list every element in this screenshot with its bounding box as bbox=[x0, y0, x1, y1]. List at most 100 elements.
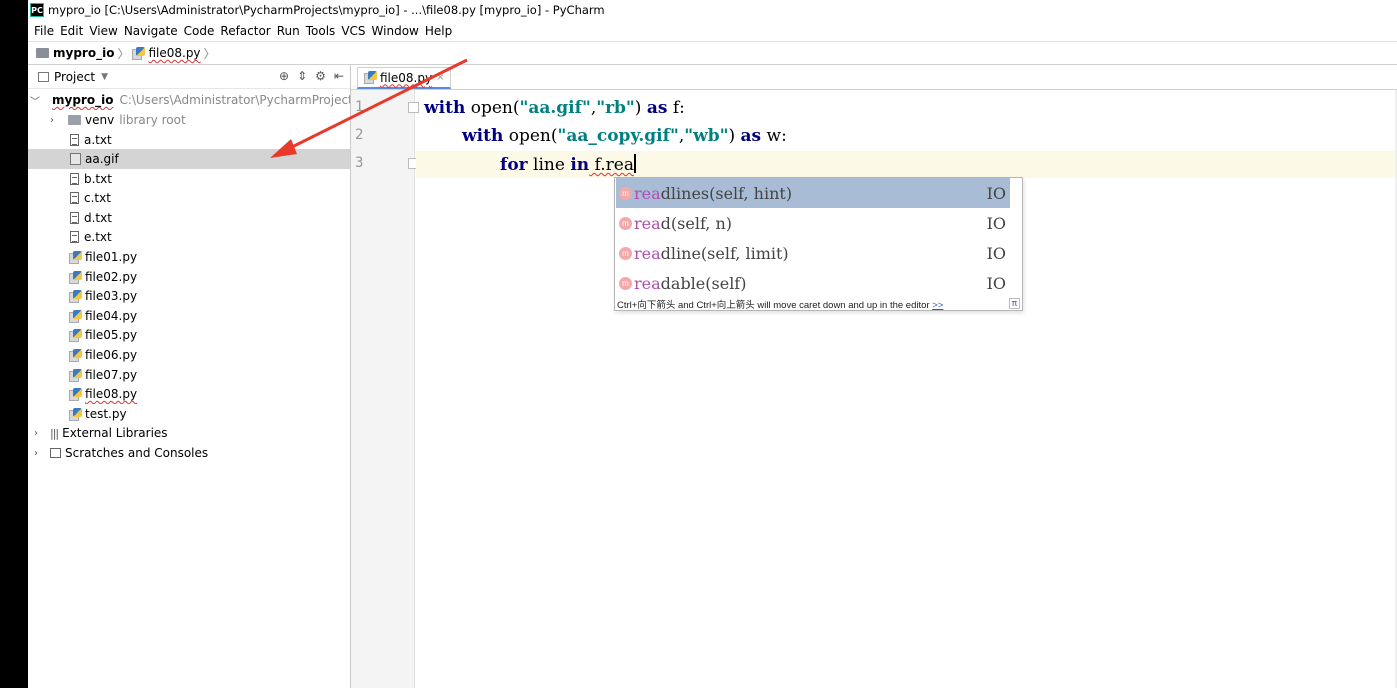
completion-hint-link[interactable]: >> bbox=[932, 300, 943, 311]
file-label: d.txt bbox=[84, 211, 112, 225]
breadcrumb-project[interactable]: mypro_io bbox=[36, 46, 114, 60]
tree-file-file04-py[interactable]: file04.py bbox=[28, 306, 350, 326]
menu-view[interactable]: View bbox=[89, 24, 117, 38]
python-file-icon bbox=[69, 387, 82, 401]
project-panel-title: Project bbox=[54, 69, 96, 84]
menu-window[interactable]: Window bbox=[372, 24, 419, 38]
menu-code[interactable]: Code bbox=[184, 24, 215, 38]
fold-icon[interactable] bbox=[408, 102, 419, 113]
completion-type: IO bbox=[986, 183, 1006, 203]
completion-match: rea bbox=[634, 183, 661, 203]
tree-scratches[interactable]: › Scratches and Consoles bbox=[28, 443, 350, 463]
tree-file-a-txt[interactable]: a.txt bbox=[28, 130, 350, 150]
completion-item-readlines[interactable]: m rea dlines(self, hint) IO bbox=[616, 178, 1010, 208]
library-icon: ||| bbox=[50, 426, 59, 440]
code-line-1[interactable]: with open("aa.gif","rb") as f: bbox=[424, 98, 685, 118]
completion-hint: Ctrl+向下箭头 and Ctrl+向上箭头 will move caret … bbox=[617, 297, 943, 311]
menu-edit[interactable]: Edit bbox=[60, 24, 83, 38]
menu-help[interactable]: Help bbox=[425, 24, 452, 38]
string-literal: "rb" bbox=[596, 98, 635, 118]
file-label: file08.py bbox=[85, 387, 138, 401]
chevron-down-icon[interactable]: ﹀ bbox=[30, 93, 40, 108]
python-file-icon bbox=[364, 71, 377, 84]
menu-navigate[interactable]: Navigate bbox=[124, 24, 178, 38]
tree-file-file01-py[interactable]: file01.py bbox=[28, 247, 350, 267]
folder-icon bbox=[68, 115, 81, 125]
tree-file-d-txt[interactable]: d.txt bbox=[28, 208, 350, 228]
menu-tools[interactable]: Tools bbox=[306, 24, 336, 38]
tree-file-file07-py[interactable]: file07.py bbox=[28, 365, 350, 385]
string-literal: "aa_copy.gif" bbox=[557, 126, 679, 146]
file-label: test.py bbox=[85, 407, 127, 421]
keyword: in bbox=[570, 155, 590, 175]
keyword: for bbox=[500, 155, 528, 175]
code-text: open( bbox=[465, 98, 520, 118]
text-caret bbox=[633, 154, 636, 173]
title-bar: PC mypro_io [C:\Users\Administrator\Pych… bbox=[28, 0, 1397, 20]
close-icon[interactable]: × bbox=[436, 72, 444, 83]
tree-file-file06-py[interactable]: file06.py bbox=[28, 345, 350, 365]
tree-item-venv[interactable]: › venv library root bbox=[28, 110, 350, 130]
breadcrumb-project-label: mypro_io bbox=[53, 46, 115, 60]
completion-item-read[interactable]: m rea d(self, n) IO bbox=[616, 208, 1010, 238]
completion-item-readline[interactable]: m rea dline(self, limit) IO bbox=[616, 238, 1010, 268]
completion-hint-text: Ctrl+向下箭头 and Ctrl+向上箭头 will move caret … bbox=[617, 300, 930, 311]
method-icon: m bbox=[619, 216, 632, 230]
python-file-icon bbox=[69, 250, 82, 264]
code-line-3[interactable]: for line in f.rea bbox=[500, 154, 636, 175]
chevron-right-icon[interactable]: › bbox=[46, 115, 58, 126]
tree-file-b-txt[interactable]: b.txt bbox=[28, 169, 350, 189]
project-panel-tools: ⊕ ⇕ ⚙ ⇤ bbox=[279, 69, 344, 83]
tree-root-mypro-io[interactable]: ﹀ mypro_io C:\Users\Administrator\Pychar… bbox=[28, 90, 350, 110]
method-icon: m bbox=[619, 276, 632, 290]
code-text: ) bbox=[634, 98, 647, 118]
project-panel-header: Project ▼ ⊕ ⇕ ⚙ ⇤ bbox=[28, 65, 350, 89]
chevron-right-icon: 〉 bbox=[203, 46, 216, 61]
method-icon: m bbox=[619, 246, 632, 260]
tree-file-file02-py[interactable]: file02.py bbox=[28, 267, 350, 287]
tab-file08-py[interactable]: file08.py × bbox=[357, 67, 452, 89]
menu-refactor[interactable]: Refactor bbox=[220, 24, 270, 38]
file-label: a.txt bbox=[84, 133, 112, 147]
scratches-label: Scratches and Consoles bbox=[65, 446, 209, 460]
keyword: as bbox=[646, 98, 668, 118]
completion-item-readable[interactable]: m rea dable(self) IO bbox=[616, 268, 1010, 298]
venv-name: venv bbox=[85, 113, 115, 127]
tree-file-test-py[interactable]: test.py bbox=[28, 404, 350, 424]
folder-icon bbox=[36, 48, 49, 58]
tree-file-c-txt[interactable]: c.txt bbox=[28, 188, 350, 208]
project-icon bbox=[38, 71, 49, 82]
menu-file[interactable]: File bbox=[34, 24, 54, 38]
menu-run[interactable]: Run bbox=[277, 24, 300, 38]
gear-icon[interactable]: ⚙ bbox=[315, 69, 326, 83]
file-label: file01.py bbox=[85, 250, 138, 264]
tree-external-libraries[interactable]: › ||| External Libraries bbox=[28, 423, 350, 443]
window-title: mypro_io [C:\Users\Administrator\Pycharm… bbox=[48, 3, 605, 17]
tree-file-e-txt[interactable]: e.txt bbox=[28, 227, 350, 247]
python-file-icon bbox=[69, 270, 82, 284]
navigation-bar: mypro_io 〉 file08.py 〉 bbox=[28, 41, 1397, 65]
tree-file-file08-py[interactable]: file08.py bbox=[28, 384, 350, 404]
file-label: file05.py bbox=[85, 328, 138, 342]
hide-icon[interactable]: ⇤ bbox=[334, 69, 344, 83]
pi-icon[interactable]: π bbox=[1009, 298, 1020, 309]
tree-file-file05-py[interactable]: file05.py bbox=[28, 325, 350, 345]
project-view-selector[interactable]: Project ▼ bbox=[38, 70, 108, 84]
file-label: file02.py bbox=[85, 270, 138, 284]
image-file-icon bbox=[70, 153, 81, 165]
keyword: as bbox=[740, 126, 762, 146]
tree-file-aa-gif[interactable]: aa.gif bbox=[28, 149, 350, 169]
breadcrumb-file[interactable]: file08.py bbox=[132, 46, 201, 60]
breadcrumb-file-label: file08.py bbox=[148, 46, 201, 60]
collapse-icon[interactable]: ⇕ bbox=[297, 69, 307, 83]
code-line-2[interactable]: with open("aa_copy.gif","wb") as w: bbox=[462, 126, 787, 146]
locate-icon[interactable]: ⊕ bbox=[279, 69, 289, 83]
tree-file-file03-py[interactable]: file03.py bbox=[28, 286, 350, 306]
completion-popup: m rea dlines(self, hint) IO m rea d(self, … bbox=[614, 177, 1023, 311]
keyword: with bbox=[424, 98, 466, 118]
completion-signature: dlines(self, hint) bbox=[660, 183, 793, 203]
chevron-right-icon[interactable]: › bbox=[30, 448, 42, 459]
dropdown-arrow-icon: ▼ bbox=[101, 71, 108, 82]
menu-vcs[interactable]: VCS bbox=[341, 24, 365, 38]
chevron-right-icon[interactable]: › bbox=[30, 428, 42, 439]
